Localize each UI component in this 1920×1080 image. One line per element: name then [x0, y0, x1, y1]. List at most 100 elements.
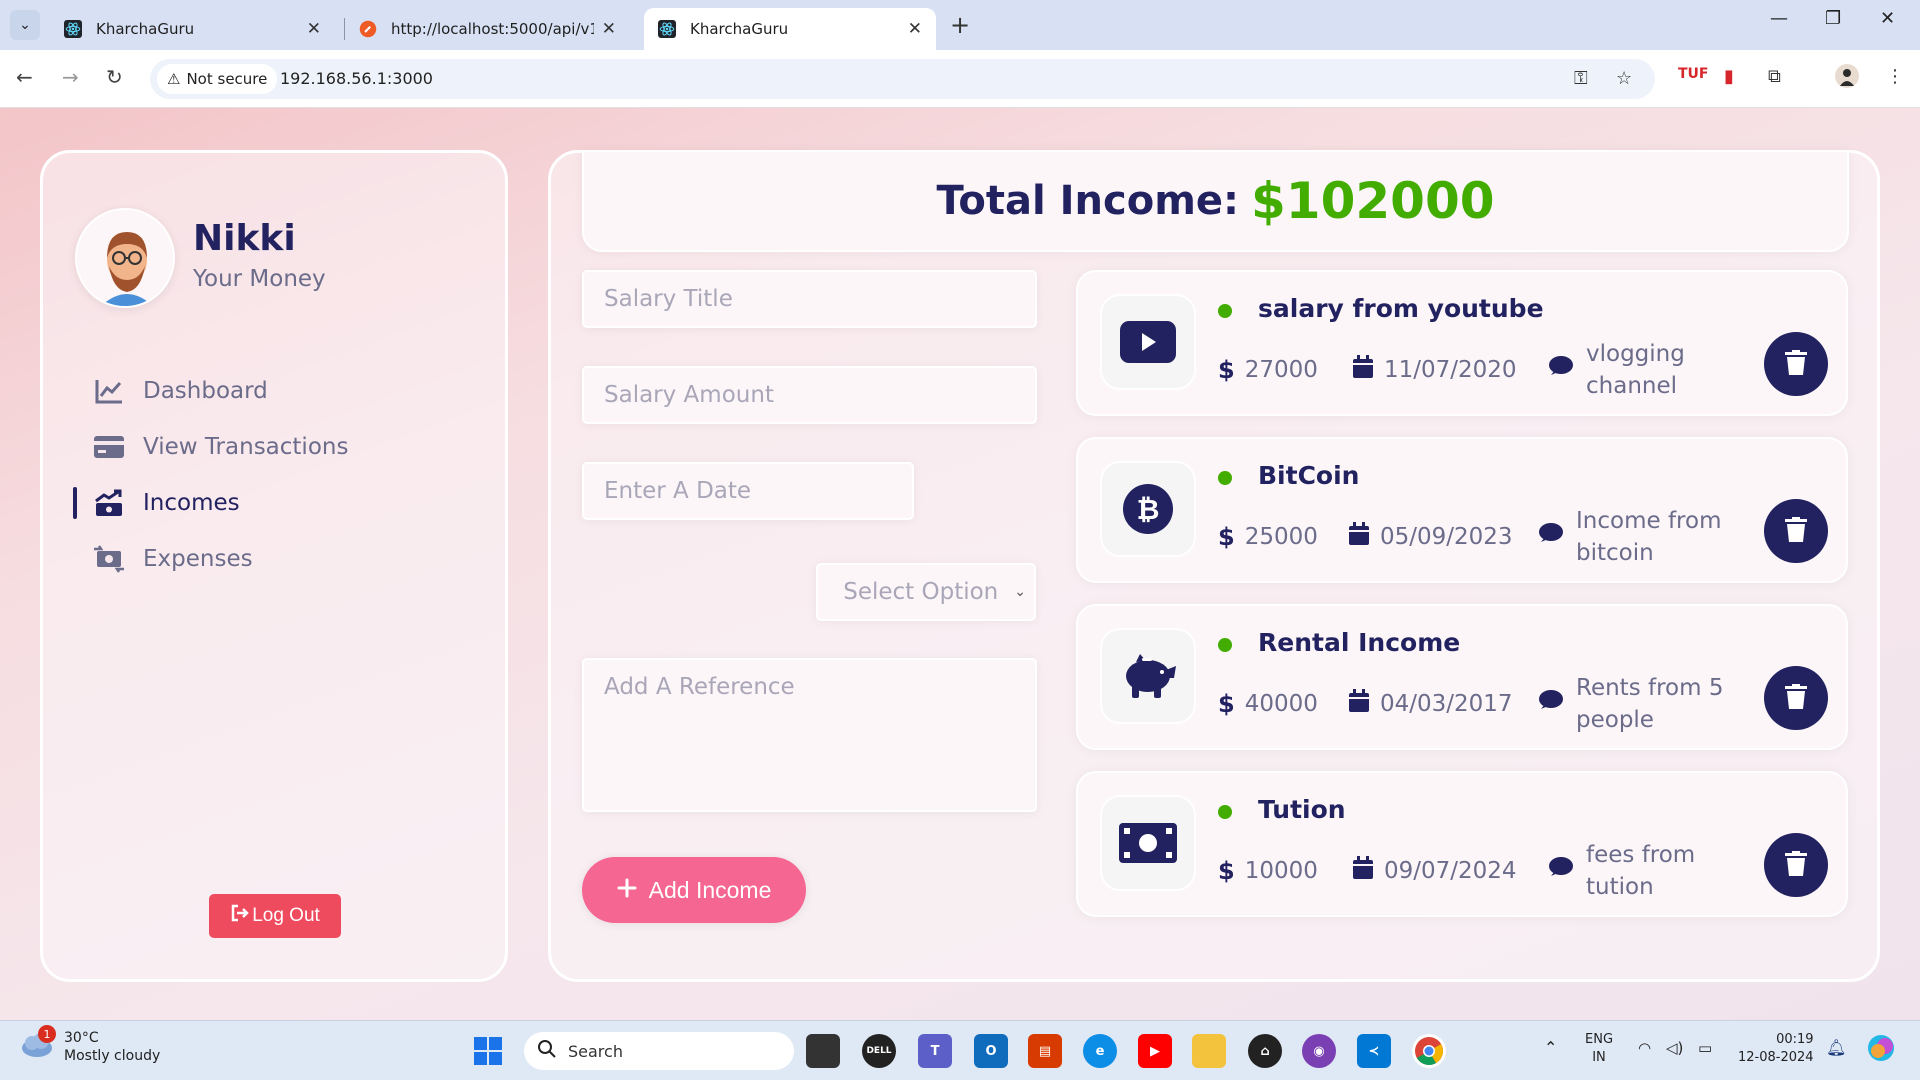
copilot-icon[interactable]: [1866, 1033, 1896, 1069]
language-indicator[interactable]: ENG IN: [1585, 1031, 1613, 1067]
profile-avatar-icon[interactable]: [1835, 64, 1859, 93]
delete-income-button[interactable]: [1764, 332, 1828, 396]
add-income-label: Add Income: [648, 876, 772, 903]
income-date: 09/07/2024: [1384, 858, 1517, 884]
trash-icon: [1785, 516, 1807, 546]
new-tab-plus-icon[interactable]: +: [950, 11, 970, 39]
user-name: Nikki: [193, 218, 296, 259]
extensions-puzzle-icon[interactable]: ⧉: [1768, 66, 1781, 87]
wifi-icon[interactable]: ◠: [1638, 1039, 1651, 1057]
file-explorer-dark-icon[interactable]: [806, 1034, 840, 1068]
battery-icon[interactable]: ▭: [1698, 1039, 1712, 1057]
add-income-button[interactable]: Add Income: [582, 857, 806, 923]
security-indicator[interactable]: ⚠ Not secure: [157, 64, 278, 94]
trash-icon: [1785, 683, 1807, 713]
bookmark-star-icon[interactable]: ☆: [1616, 68, 1632, 89]
delete-income-button[interactable]: [1764, 666, 1828, 730]
browser-tab-3-active[interactable]: KharchaGuru ✕: [644, 8, 936, 50]
tab-close-icon[interactable]: ✕: [908, 19, 922, 39]
money-bill-trend-up-icon: [93, 489, 125, 517]
comment-icon: [1538, 521, 1564, 553]
sidebar-item-view-transactions[interactable]: View Transactions: [43, 419, 505, 475]
trash-icon: [1785, 349, 1807, 379]
extension-bookmark-icon[interactable]: ▮: [1724, 66, 1734, 87]
vscode-icon[interactable]: ≺: [1357, 1034, 1391, 1068]
select-value: Select Option: [843, 579, 999, 605]
folder-icon[interactable]: [1192, 1034, 1226, 1068]
plus-icon: [617, 877, 637, 904]
status-dot: [1218, 805, 1232, 819]
github-icon[interactable]: ⌂: [1248, 1034, 1282, 1068]
window-close-icon[interactable]: ✕: [1880, 8, 1895, 29]
browser-toolbar: ← → ↻ ⚠ Not secure 192.168.56.1:3000 ⚿ ☆…: [0, 50, 1920, 108]
salary-title-input[interactable]: [582, 270, 1037, 328]
chrome-icon[interactable]: [1412, 1034, 1446, 1068]
comment-icon: [1548, 855, 1574, 887]
income-description: Income from bitcoin: [1576, 508, 1722, 566]
calendar-icon: [1352, 355, 1374, 385]
sidebar-item-incomes[interactable]: Incomes: [43, 475, 505, 531]
forward-arrow-icon[interactable]: →: [62, 65, 79, 89]
money-bill-icon: [1100, 795, 1196, 891]
delete-income-button[interactable]: [1764, 833, 1828, 897]
dell-icon[interactable]: DELL: [862, 1034, 896, 1068]
teams-icon[interactable]: T: [918, 1034, 952, 1068]
sidebar: Nikki Your Money Dashboard View Transact…: [40, 150, 508, 982]
url-text[interactable]: 192.168.56.1:3000: [280, 69, 433, 88]
windows-start-icon[interactable]: [471, 1034, 505, 1068]
window-minimize-icon[interactable]: —: [1770, 8, 1788, 29]
category-select[interactable]: Select Option ⌄: [816, 563, 1036, 621]
delete-income-button[interactable]: [1764, 499, 1828, 563]
edge-icon[interactable]: e: [1083, 1034, 1117, 1068]
language-region: IN: [1592, 1050, 1606, 1065]
window-restore-icon[interactable]: ❐: [1825, 8, 1841, 29]
podcast-icon[interactable]: ◉: [1302, 1034, 1336, 1068]
status-dot: [1218, 304, 1232, 318]
back-arrow-icon[interactable]: ←: [16, 65, 33, 89]
tab-close-icon[interactable]: ✕: [307, 19, 321, 39]
app-viewport: Nikki Your Money Dashboard View Transact…: [0, 108, 1920, 1020]
income-description: fees from tution: [1586, 842, 1696, 900]
outlook-icon[interactable]: O: [974, 1034, 1008, 1068]
sidebar-item-expenses[interactable]: Expenses: [43, 531, 505, 587]
trash-icon: [1785, 850, 1807, 880]
tray-overflow-chevron-icon[interactable]: ⌃: [1544, 1039, 1557, 1057]
user-avatar: [75, 208, 175, 308]
clock-time: 00:19: [1776, 1032, 1814, 1047]
piggy-bank-icon: [1100, 628, 1196, 724]
clock[interactable]: 00:19 12-08-2024: [1738, 1031, 1814, 1067]
notification-bell-icon[interactable]: 🔔︎: [1826, 1039, 1846, 1057]
income-description: Rents from 5 people: [1576, 675, 1724, 733]
sidebar-menu: Dashboard View Transactions Incomes Expe…: [43, 363, 505, 587]
weather-widget[interactable]: 1 30°C Mostly cloudy: [20, 1025, 161, 1065]
sidebar-item-dashboard[interactable]: Dashboard: [43, 363, 505, 419]
youtube-app-icon[interactable]: ▶: [1138, 1034, 1172, 1068]
logout-button[interactable]: Log Out: [209, 894, 341, 938]
browser-tab-2[interactable]: http://localhost:5000/api/v1/ad ✕: [345, 8, 630, 50]
salary-amount-input[interactable]: [582, 366, 1037, 424]
income-amount: 25000: [1244, 524, 1318, 550]
reference-textarea[interactable]: [582, 658, 1037, 812]
extension-tuf-icon[interactable]: TUF: [1678, 66, 1708, 82]
browser-menu-kebab-icon[interactable]: ⋮: [1886, 66, 1904, 87]
date-input[interactable]: [582, 462, 914, 520]
warning-triangle-icon: ⚠: [167, 70, 181, 88]
tab-close-icon[interactable]: ✕: [602, 19, 616, 39]
income-date: 11/07/2020: [1384, 357, 1517, 383]
income-item: ₿ BitCoin $25000 05/09/2023 Income from …: [1076, 437, 1848, 583]
browser-tab-1[interactable]: KharchaGuru ✕: [50, 8, 335, 50]
password-key-icon[interactable]: ⚿: [1574, 68, 1588, 89]
svg-text:₿: ₿: [1137, 493, 1160, 526]
taskbar-search[interactable]: Search: [524, 1032, 794, 1070]
income-amount: 27000: [1244, 357, 1318, 383]
credit-card-icon: [93, 433, 125, 461]
weather-desc: Mostly cloudy: [64, 1048, 161, 1064]
reload-icon[interactable]: ↻: [106, 65, 123, 89]
youtube-icon: [1100, 294, 1196, 390]
search-label: Search: [568, 1041, 623, 1061]
dollar-icon: $: [1218, 857, 1235, 885]
address-bar[interactable]: ⚠ Not secure 192.168.56.1:3000 ⚿ ☆: [150, 59, 1655, 99]
tab-search-button[interactable]: ⌄: [10, 10, 40, 40]
volume-icon[interactable]: ◁): [1666, 1039, 1683, 1057]
news-icon[interactable]: ▤: [1028, 1034, 1062, 1068]
